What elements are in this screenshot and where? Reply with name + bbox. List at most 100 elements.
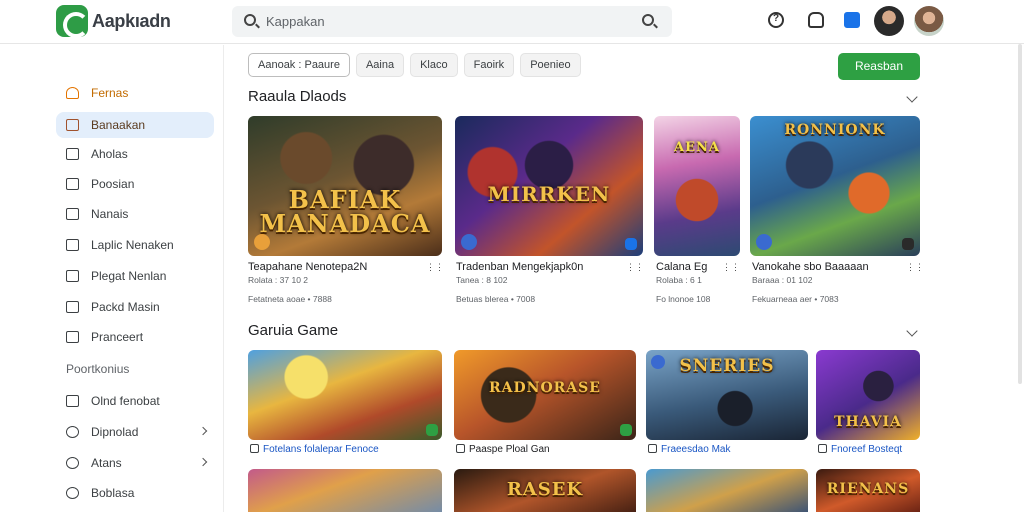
chevron-down-icon[interactable] bbox=[906, 325, 918, 337]
game-card-image[interactable]: RIENANS bbox=[816, 469, 920, 512]
game-subtitle-link[interactable]: Fraeesdao Mak bbox=[648, 444, 730, 455]
avatar[interactable] bbox=[874, 6, 904, 36]
grid-icon bbox=[66, 119, 79, 131]
notification-icon[interactable] bbox=[808, 12, 824, 28]
sidebar-item-label: Poosian bbox=[91, 177, 135, 191]
sidebar-item-label: Fernas bbox=[91, 86, 129, 100]
game-card-image[interactable] bbox=[248, 350, 442, 440]
game-card-image[interactable]: THAVIA bbox=[816, 350, 920, 440]
chip[interactable]: Aaina bbox=[355, 53, 405, 77]
help-icon[interactable] bbox=[768, 12, 784, 28]
game-art-title: RIENANS bbox=[826, 481, 910, 497]
sidebar-item[interactable]: Aholas bbox=[56, 141, 214, 167]
game-meta: Betuas blerea • 7008 bbox=[456, 294, 536, 304]
sidebar-item[interactable]: Poosian bbox=[56, 171, 214, 197]
search-submit-icon[interactable] bbox=[642, 14, 654, 26]
sidebar-item-label: Pranceert bbox=[91, 330, 144, 344]
more-options-icon[interactable]: ⋮⋮ bbox=[626, 263, 644, 272]
image-icon bbox=[66, 331, 79, 343]
sidebar-item-expandable[interactable]: Dipnolad bbox=[56, 419, 214, 445]
game-card-image[interactable] bbox=[248, 469, 442, 512]
sidebar-item-home[interactable]: Fernas bbox=[56, 80, 214, 106]
download-icon bbox=[66, 426, 79, 438]
game-card-image[interactable]: RONNIONK bbox=[750, 116, 920, 256]
game-art-title: RONNIONK bbox=[784, 122, 886, 138]
chip[interactable]: Faoirk bbox=[463, 53, 515, 77]
folder-icon bbox=[66, 148, 79, 160]
chevron-down-icon[interactable] bbox=[906, 91, 918, 103]
game-badge-icon bbox=[651, 355, 665, 369]
game-subtitle-link[interactable]: Fnoreef Bosteqt bbox=[818, 444, 902, 455]
list-icon bbox=[66, 270, 79, 282]
package-icon bbox=[66, 301, 79, 313]
filter-chips: Aanoak : Paaure Aaina Klaco Faoirk Poeni… bbox=[248, 53, 581, 77]
game-art-title: RASEK bbox=[506, 479, 584, 500]
more-options-icon[interactable]: ⋮⋮ bbox=[906, 263, 924, 272]
document-icon bbox=[66, 178, 79, 190]
sidebar-item-expandable[interactable]: Atans bbox=[56, 450, 214, 476]
chip[interactable]: Poenieo bbox=[520, 53, 581, 77]
scrollbar[interactable] bbox=[1018, 44, 1022, 384]
platform-icon bbox=[620, 424, 632, 436]
sidebar-section-label: Poortkonius bbox=[66, 362, 130, 376]
sidebar-item-label: Plegat Nenlan bbox=[91, 269, 167, 283]
chevron-right-icon bbox=[198, 457, 208, 467]
game-title[interactable]: Tradenban Mengekjapk0n bbox=[456, 261, 583, 273]
sidebar-item-label: Dipnolad bbox=[91, 425, 139, 439]
game-art-title: AENA bbox=[674, 140, 720, 155]
sidebar-item[interactable]: Packd Masin bbox=[56, 294, 214, 320]
game-badge-icon bbox=[756, 234, 772, 250]
game-art-title: BAFIAK MANADACA bbox=[259, 185, 431, 238]
sidebar-item-label: Boblasa bbox=[91, 486, 135, 500]
search-bar[interactable]: Kappakan bbox=[232, 6, 672, 37]
app-logo-icon[interactable] bbox=[56, 5, 89, 38]
game-subtitle-link[interactable]: Paaspe Ploal Gan bbox=[456, 444, 550, 455]
search-input[interactable]: Kappakan bbox=[266, 14, 325, 29]
sidebar-item[interactable]: Laplic Nenaken bbox=[56, 232, 214, 258]
game-card-image[interactable]: RADNORASE bbox=[454, 350, 636, 440]
terminal-icon bbox=[66, 208, 79, 220]
game-meta: Fekuarneaa aer • 7083 bbox=[752, 294, 839, 304]
app-icon bbox=[456, 444, 465, 453]
game-title[interactable]: Vanokahe sbo Baaaaan bbox=[752, 261, 869, 273]
game-card-image[interactable]: MIRRKEN bbox=[455, 116, 643, 256]
game-subtitle: Fraeesdao Mak bbox=[661, 444, 731, 455]
app-icon bbox=[648, 444, 657, 453]
platform-icon bbox=[426, 424, 438, 436]
game-art-title: RADNORASE bbox=[489, 380, 601, 396]
chip[interactable]: Aanoak : Paaure bbox=[248, 53, 350, 77]
more-options-icon[interactable]: ⋮⋮ bbox=[722, 263, 740, 272]
game-card-image[interactable]: BAFIAK MANADACA bbox=[248, 116, 442, 256]
chip[interactable]: Klaco bbox=[410, 53, 458, 77]
game-card-image[interactable] bbox=[646, 469, 808, 512]
sidebar-item[interactable]: Plegat Nenlan bbox=[56, 263, 214, 289]
chevron-right-icon bbox=[198, 426, 208, 436]
more-options-icon[interactable]: ⋮⋮ bbox=[426, 263, 444, 272]
sidebar-item[interactable]: Pranceert bbox=[56, 324, 214, 350]
game-card-image[interactable]: AENA bbox=[654, 116, 740, 256]
app-icon bbox=[250, 444, 259, 453]
sidebar-item[interactable]: Nanais bbox=[56, 201, 214, 227]
file-icon bbox=[66, 239, 79, 251]
game-card-image[interactable]: RASEK bbox=[454, 469, 636, 512]
game-subtitle: Fnoreef Bosteqt bbox=[831, 444, 903, 455]
apps-icon[interactable] bbox=[844, 12, 860, 28]
game-subtitle-link[interactable]: Fotelans folalepar Fenoce bbox=[250, 444, 379, 455]
sidebar-item-label: Olnd fenobat bbox=[91, 394, 160, 408]
sidebar-item[interactable]: Olnd fenobat bbox=[56, 388, 214, 414]
game-title[interactable]: Teapahane Nenotepa2N bbox=[248, 261, 367, 273]
sidebar-item-label: Banaakan bbox=[91, 118, 146, 132]
avatar-secondary[interactable] bbox=[914, 6, 944, 36]
sidebar-item[interactable]: Boblasa bbox=[56, 480, 214, 506]
sidebar-item-label: Nanais bbox=[91, 207, 129, 221]
sidebar-item-active[interactable]: Banaakan bbox=[56, 112, 214, 138]
game-title[interactable]: Calana Eg bbox=[656, 261, 707, 273]
game-art-title: SNERIES bbox=[679, 356, 775, 376]
app-icon bbox=[818, 444, 827, 453]
primary-action-button[interactable]: Reasban bbox=[838, 53, 920, 80]
game-badge-icon bbox=[254, 234, 270, 250]
game-badge-icon bbox=[461, 234, 477, 250]
platform-icon bbox=[902, 238, 914, 250]
app-name: Aapkıadn bbox=[92, 11, 171, 31]
game-card-image[interactable]: SNERIES bbox=[646, 350, 808, 440]
